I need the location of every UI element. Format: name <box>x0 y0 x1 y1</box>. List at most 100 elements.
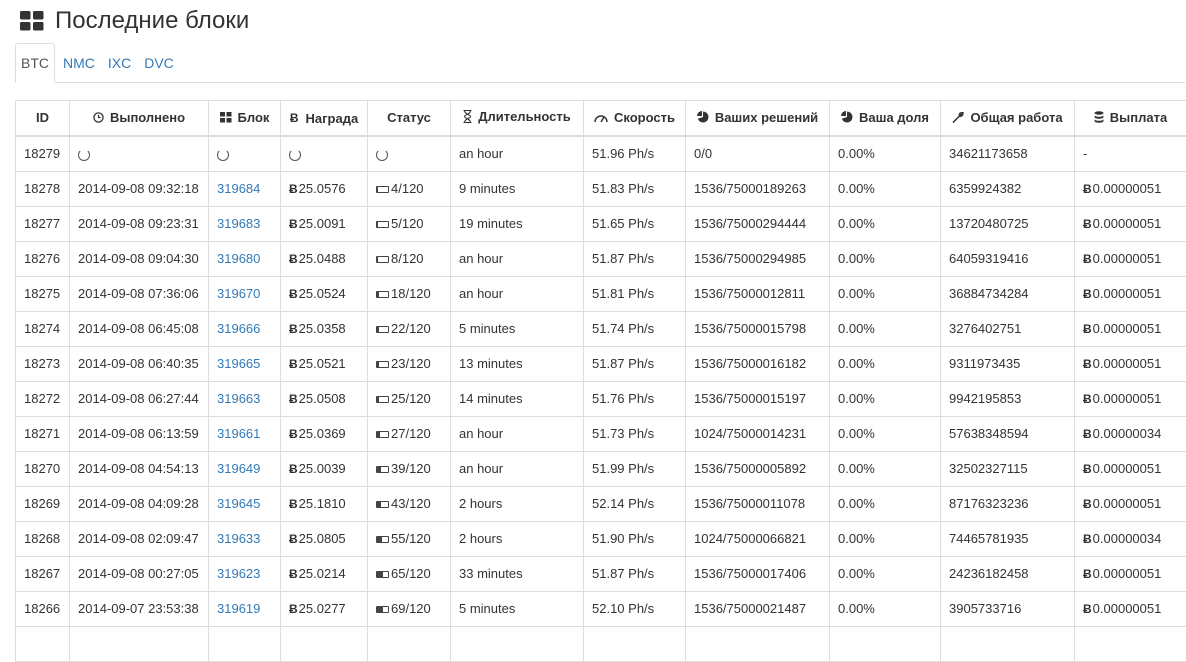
coin-tabs: BTCNMCIXCDVC <box>15 43 1185 83</box>
cell-work: 87176323236 <box>941 486 1075 521</box>
grid-icon <box>220 112 232 123</box>
block-link[interactable]: 319670 <box>217 286 260 301</box>
cell-id: 18267 <box>16 556 70 591</box>
battery-icon <box>376 606 389 613</box>
column-header-2[interactable]: Блок <box>209 101 281 136</box>
block-link[interactable]: 319649 <box>217 461 260 476</box>
cell-share: 0.00% <box>830 311 941 346</box>
table-row[interactable]: 182662014-09-07 23:53:38319619Ƀ25.027769… <box>16 591 1186 626</box>
bitcoin-icon: Ƀ <box>289 462 298 476</box>
cell-share: 0.00% <box>830 521 941 556</box>
status-value: 39/120 <box>391 461 431 476</box>
cell-shares: 1024/75000066821 <box>686 521 830 556</box>
column-header-4[interactable]: Статус <box>368 101 451 136</box>
pie-icon <box>697 111 709 123</box>
tab-ixc[interactable]: IXC <box>103 43 136 82</box>
cell-id: 18276 <box>16 241 70 276</box>
block-link[interactable]: 319623 <box>217 566 260 581</box>
column-header-5[interactable]: Длительность <box>451 101 584 136</box>
table-row[interactable]: 182712014-09-08 06:13:59319661Ƀ25.036927… <box>16 416 1186 451</box>
column-header-10[interactable]: Выплата <box>1075 101 1186 136</box>
block-link[interactable]: 319683 <box>217 216 260 231</box>
bitcoin-icon: Ƀ <box>1083 252 1092 266</box>
payout-value: 0.00000051 <box>1093 286 1162 301</box>
column-header-label: Длительность <box>478 109 571 124</box>
table-row[interactable]: 182692014-09-08 04:09:28319645Ƀ25.181043… <box>16 486 1186 521</box>
table-row[interactable]: 18279an hour51.96 Ph/s0/00.00%3462117365… <box>16 136 1186 172</box>
column-header-7[interactable]: Ваших решений <box>686 101 830 136</box>
block-link[interactable]: 319665 <box>217 356 260 371</box>
table-row[interactable]: 182722014-09-08 06:27:44319663Ƀ25.050825… <box>16 381 1186 416</box>
table-row[interactable]: 182762014-09-08 09:04:30319680Ƀ25.04888/… <box>16 241 1186 276</box>
payout-value: 0.00000034 <box>1093 426 1162 441</box>
cell-shares: 1536/75000017406 <box>686 556 830 591</box>
table-row[interactable]: 182672014-09-08 00:27:05319623Ƀ25.021465… <box>16 556 1186 591</box>
cell-work: 9311973435 <box>941 346 1075 381</box>
block-link[interactable]: 319619 <box>217 601 260 616</box>
column-header-content: Выплата <box>1094 110 1167 125</box>
cell-status <box>368 626 451 661</box>
table-row[interactable]: 182732014-09-08 06:40:35319665Ƀ25.052123… <box>16 346 1186 381</box>
column-header-6[interactable]: Скорость <box>584 101 686 136</box>
block-link[interactable]: 319663 <box>217 391 260 406</box>
table-row[interactable]: 182742014-09-08 06:45:08319666Ƀ25.035822… <box>16 311 1186 346</box>
cell-shares: 1536/75000294444 <box>686 206 830 241</box>
table-row[interactable]: 182782014-09-08 09:32:18319684Ƀ25.05764/… <box>16 171 1186 206</box>
column-header-9[interactable]: Общая работа <box>941 101 1075 136</box>
cell-reward: Ƀ25.0358 <box>281 311 368 346</box>
block-link[interactable]: 319666 <box>217 321 260 336</box>
column-header-8[interactable]: Ваша доля <box>830 101 941 136</box>
cell-share: 0.00% <box>830 206 941 241</box>
cell-payout: - <box>1075 136 1186 172</box>
bitcoin-icon: Ƀ <box>289 392 298 406</box>
status-value: 27/120 <box>391 426 431 441</box>
column-header-3[interactable]: ɃНаграда <box>281 101 368 136</box>
cell-id: 18277 <box>16 206 70 241</box>
table-row[interactable]: 182682014-09-08 02:09:47319633Ƀ25.080555… <box>16 521 1186 556</box>
cell-duration: an hour <box>451 136 584 172</box>
cell-block: 319649 <box>209 451 281 486</box>
column-header-0[interactable]: ID <box>16 101 70 136</box>
reward-value: 25.0091 <box>299 216 346 231</box>
cell-speed: 51.87 Ph/s <box>584 556 686 591</box>
bitcoin-icon: Ƀ <box>289 497 298 511</box>
battery-icon <box>376 221 389 228</box>
tab-dvc[interactable]: DVC <box>139 43 179 82</box>
cell-reward: Ƀ25.0277 <box>281 591 368 626</box>
battery-icon <box>376 256 389 263</box>
block-link[interactable]: 319684 <box>217 181 260 196</box>
payout-value: 0.00000051 <box>1093 356 1162 371</box>
payout-value: 0.00000051 <box>1093 391 1162 406</box>
cell-status: 5/120 <box>368 206 451 241</box>
battery-icon <box>376 571 389 578</box>
cell-block: 319684 <box>209 171 281 206</box>
cell-share: 0.00% <box>830 136 941 172</box>
clock-icon <box>93 112 104 123</box>
tab-btc[interactable]: BTC <box>15 43 55 83</box>
cell-speed <box>584 626 686 661</box>
column-header-label: ID <box>36 110 49 125</box>
table-row[interactable]: 182772014-09-08 09:23:31319683Ƀ25.00915/… <box>16 206 1186 241</box>
cell-shares: 1024/75000014231 <box>686 416 830 451</box>
cell-duration: an hour <box>451 416 584 451</box>
block-link[interactable]: 319645 <box>217 496 260 511</box>
column-header-1[interactable]: Выполнено <box>70 101 209 136</box>
tab-nmc[interactable]: NMC <box>58 43 100 82</box>
table-row[interactable]: 182752014-09-08 07:36:06319670Ƀ25.052418… <box>16 276 1186 311</box>
block-link[interactable]: 319680 <box>217 251 260 266</box>
cell-shares: 1536/75000011078 <box>686 486 830 521</box>
cell-reward: Ƀ25.0039 <box>281 451 368 486</box>
cell-payout: Ƀ0.00000034 <box>1075 521 1186 556</box>
cell-payout: Ƀ0.00000051 <box>1075 241 1186 276</box>
table-row[interactable] <box>16 626 1186 661</box>
table-row[interactable]: 182702014-09-08 04:54:13319649Ƀ25.003939… <box>16 451 1186 486</box>
bitcoin-icon: Ƀ <box>289 567 298 581</box>
block-link[interactable]: 319633 <box>217 531 260 546</box>
block-link[interactable]: 319661 <box>217 426 260 441</box>
reward-value: 25.0214 <box>299 566 346 581</box>
cell-shares: 1536/75000189263 <box>686 171 830 206</box>
pie-icon <box>841 111 853 123</box>
cell-status: 39/120 <box>368 451 451 486</box>
cell-speed: 51.65 Ph/s <box>584 206 686 241</box>
cell-speed: 51.90 Ph/s <box>584 521 686 556</box>
